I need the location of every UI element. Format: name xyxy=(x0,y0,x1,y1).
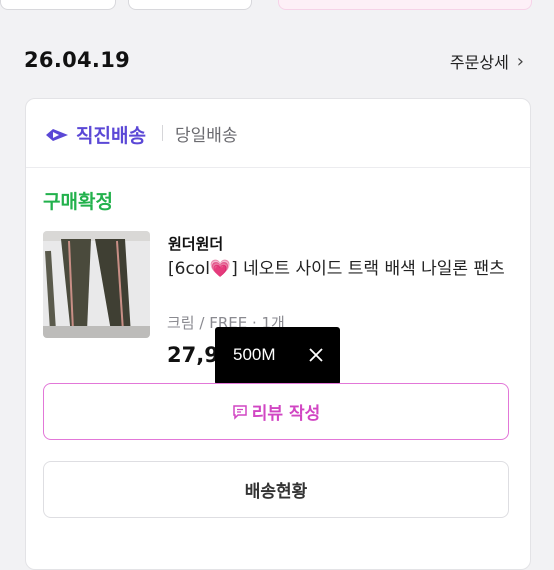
review-icon xyxy=(233,404,247,420)
order-detail-label: 주문상세 xyxy=(449,53,509,72)
product-thumbnail[interactable] xyxy=(43,231,150,338)
order-header: 26.04.19 주문상세 › xyxy=(0,42,554,82)
divider xyxy=(162,125,163,141)
top-filter-strip xyxy=(0,0,554,16)
order-date: 26.04.19 xyxy=(24,48,131,72)
shipping-brand-label: 직진배송 xyxy=(76,125,146,147)
heart-icon: 💗 xyxy=(209,259,232,279)
distance-tooltip: 500M xyxy=(215,327,340,394)
chevron-right-icon: › xyxy=(516,50,524,72)
write-review-button[interactable]: 리뷰 작성 xyxy=(43,383,509,440)
write-review-label: 리뷰 작성 xyxy=(251,404,321,424)
filter-pill[interactable] xyxy=(0,0,116,10)
filter-pill[interactable] xyxy=(128,0,252,10)
product-title-prefix: [6col xyxy=(168,259,210,279)
product-photo xyxy=(43,231,150,338)
direct-shipping-icon xyxy=(46,128,68,141)
shipping-status-label: 배송현황 xyxy=(244,482,308,502)
shipping-status-button[interactable]: 배송현황 xyxy=(43,461,509,518)
filter-pill-active[interactable] xyxy=(278,0,532,10)
product-title-suffix: ] 네오트 사이드 트랙 배색 나일론 팬츠 xyxy=(231,259,505,279)
order-detail-link[interactable]: 주문상세 › xyxy=(450,49,524,73)
direct-shipping-logo: 직진배송 xyxy=(44,121,146,148)
shipping-type-label: 당일배송 xyxy=(175,126,238,146)
product-title: [6col💗] 네오트 사이드 트랙 배색 나일론 팬츠 xyxy=(168,257,513,282)
tooltip-label: 500M xyxy=(233,345,276,364)
close-icon[interactable] xyxy=(307,346,325,364)
order-status-label: 구매확정 xyxy=(43,191,113,213)
product-brand: 원더원더 xyxy=(168,235,224,253)
shipping-info-row: 직진배송 당일배송 xyxy=(26,99,530,168)
